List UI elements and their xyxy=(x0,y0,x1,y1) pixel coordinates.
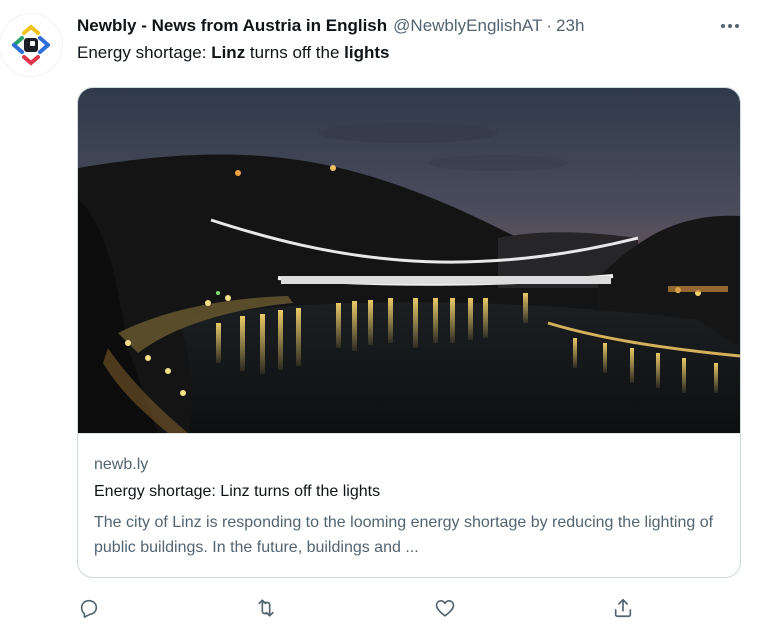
tweet-text: Energy shortage: Linz turns off the ligh… xyxy=(77,43,389,63)
card-domain: newb.ly xyxy=(94,456,149,473)
card-body[interactable]: newb.ly Energy shortage: Linz turns off … xyxy=(78,433,740,577)
reply-icon xyxy=(80,599,98,618)
tweet-header: Newbly - News from Austria in English @N… xyxy=(77,14,584,38)
card-image[interactable] xyxy=(78,88,740,433)
link-card[interactable]: newb.ly Energy shortage: Linz turns off … xyxy=(77,87,741,578)
share-icon xyxy=(614,598,632,618)
heart-icon xyxy=(435,600,455,617)
tweet-actions xyxy=(77,594,677,622)
share-button[interactable] xyxy=(609,594,637,622)
tweet-text-part: turns off the xyxy=(245,43,345,62)
like-button[interactable] xyxy=(431,594,459,622)
tweet[interactable]: Newbly - News from Austria in English @N… xyxy=(0,0,770,643)
separator-dot: · xyxy=(546,16,553,35)
card-title: Energy shortage: Linz turns off the ligh… xyxy=(94,483,381,500)
avatar[interactable] xyxy=(0,14,62,76)
user-handle[interactable]: @NewblyEnglishAT xyxy=(393,16,542,36)
more-horizontal-icon xyxy=(721,24,739,28)
more-options-button[interactable] xyxy=(716,16,744,36)
tweet-text-part-bold: lights xyxy=(344,43,390,62)
retweet-button[interactable] xyxy=(252,594,280,622)
reply-button[interactable] xyxy=(75,594,103,622)
tweet-text-part: Energy shortage: xyxy=(77,43,212,62)
display-name[interactable]: Newbly - News from Austria in English xyxy=(77,16,387,36)
tweet-timestamp[interactable]: 23h xyxy=(556,16,584,36)
tweet-text-part-bold: Linz xyxy=(211,43,246,62)
retweet-icon xyxy=(258,599,274,617)
newbly-logo-icon xyxy=(12,24,50,66)
card-description: The city of Linz is responding to the lo… xyxy=(94,514,714,556)
